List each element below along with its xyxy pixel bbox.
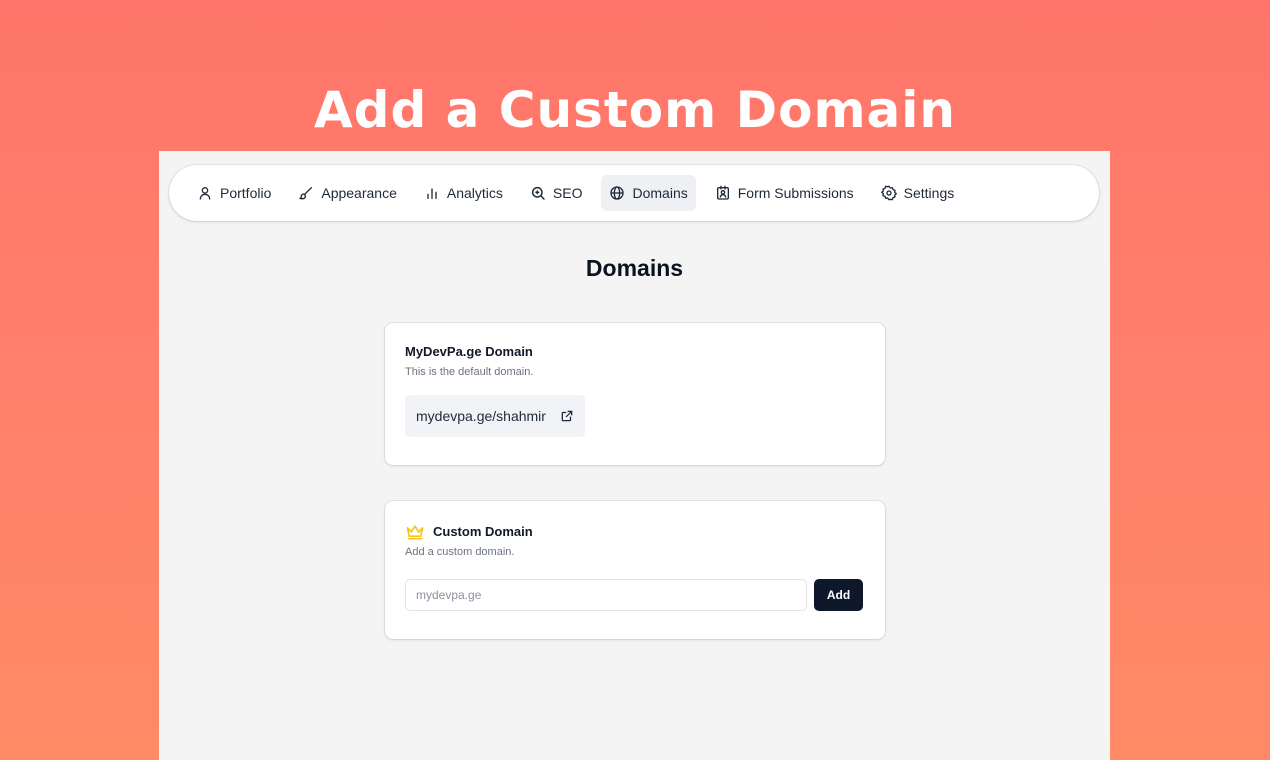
custom-domain-title: Custom Domain bbox=[433, 524, 533, 539]
page-headline: Add a Custom Domain bbox=[313, 80, 957, 139]
nav-item-domains[interactable]: Domains bbox=[601, 175, 696, 211]
custom-domain-header: Custom Domain bbox=[405, 523, 865, 541]
nav-item-analytics[interactable]: Analytics bbox=[416, 175, 511, 211]
nav-item-portfolio[interactable]: Portfolio bbox=[189, 175, 279, 211]
contact-form-icon bbox=[716, 185, 729, 200]
brush-icon bbox=[299, 187, 313, 200]
nav-label: Analytics bbox=[446, 185, 503, 201]
nav-label: SEO bbox=[552, 185, 583, 201]
nav-item-seo[interactable]: SEO bbox=[522, 175, 591, 211]
bar-chart-icon bbox=[427, 188, 437, 199]
default-domain-title: MyDevPa.ge Domain bbox=[405, 344, 533, 359]
app-window: Portfolio Appearance Analytics SEO Domai… bbox=[159, 151, 1110, 760]
default-domain-card: MyDevPa.ge Domain This is the default do… bbox=[385, 323, 885, 465]
top-navigation: Portfolio Appearance Analytics SEO Domai… bbox=[169, 165, 1099, 221]
nav-label: Domains bbox=[632, 185, 688, 201]
nav-item-appearance[interactable]: Appearance bbox=[290, 175, 405, 211]
default-domain-link[interactable]: mydevpa.ge/shahmir bbox=[405, 395, 585, 437]
nav-item-form-submissions[interactable]: Form Submissions bbox=[707, 175, 862, 211]
default-domain-url: mydevpa.ge/shahmir bbox=[416, 408, 546, 424]
globe-icon bbox=[610, 186, 625, 200]
nav-label: Portfolio bbox=[220, 185, 272, 201]
page-title: Domains bbox=[585, 255, 684, 281]
custom-domain-input[interactable] bbox=[405, 579, 807, 611]
nav-label: Settings bbox=[903, 185, 955, 201]
crown-icon bbox=[406, 525, 424, 540]
search-icon bbox=[531, 186, 545, 200]
nav-label: Form Submissions bbox=[737, 185, 854, 201]
external-link-icon[interactable] bbox=[560, 409, 574, 423]
nav-item-settings[interactable]: Settings bbox=[873, 175, 963, 211]
nav-label: Appearance bbox=[321, 185, 397, 201]
default-domain-description: This is the default domain. bbox=[405, 366, 534, 378]
custom-domain-card: Custom Domain Add a custom domain. Add bbox=[385, 501, 885, 639]
add-domain-form: Add bbox=[405, 579, 865, 611]
user-icon bbox=[199, 187, 211, 200]
custom-domain-description: Add a custom domain. bbox=[405, 546, 515, 558]
gear-icon bbox=[880, 185, 897, 201]
add-domain-button[interactable]: Add bbox=[814, 579, 863, 611]
